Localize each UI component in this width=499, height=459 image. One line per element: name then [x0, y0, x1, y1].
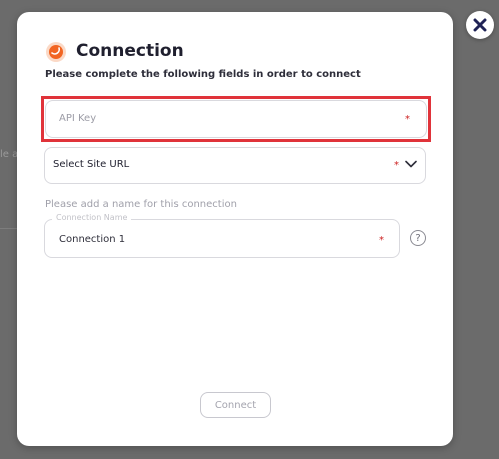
chevron-down-icon[interactable]: [405, 160, 417, 168]
backdrop-partial-text: le a: [0, 149, 19, 160]
modal-title: Connection: [76, 41, 184, 61]
api-key-highlight: [41, 96, 431, 142]
connection-name-value: Connection 1: [59, 234, 126, 245]
modal-subtitle: Please complete the following fields in …: [45, 69, 361, 80]
close-icon: [473, 18, 487, 32]
connection-name-required-mark: *: [379, 235, 384, 246]
help-icon[interactable]: ?: [410, 230, 426, 246]
site-url-required-mark: *: [394, 160, 399, 171]
connection-name-hint: Please add a name for this connection: [45, 199, 237, 210]
connect-button[interactable]: Connect: [200, 392, 271, 418]
site-url-value: Select Site URL: [53, 159, 130, 170]
connection-logo-icon: [46, 42, 66, 62]
close-button[interactable]: [466, 11, 494, 39]
connection-name-label: Connection Name: [52, 213, 132, 222]
backdrop-divider: [0, 228, 18, 229]
